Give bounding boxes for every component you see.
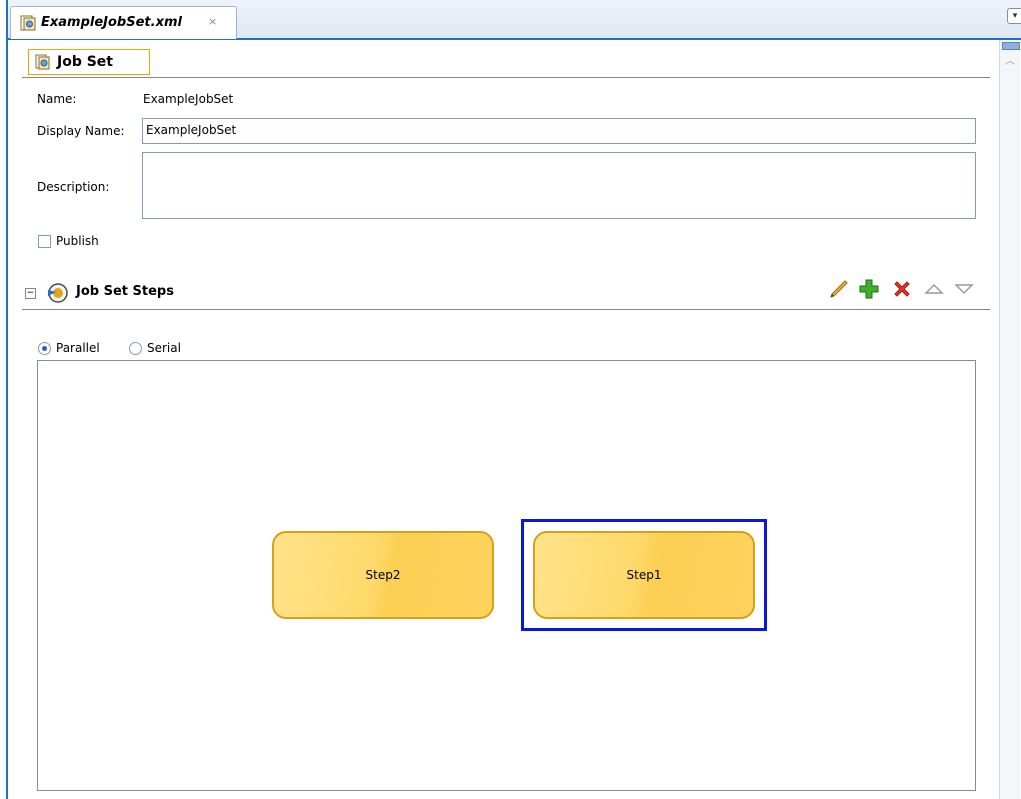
job-set-file-icon xyxy=(20,15,36,31)
tab-title: ExampleJobSet.xml xyxy=(41,15,182,30)
step-node-step2[interactable]: Step2 xyxy=(272,531,494,619)
editor-left-border xyxy=(0,0,10,799)
publish-checkbox[interactable] xyxy=(38,235,51,248)
scroll-up-icon[interactable]: ︿ xyxy=(1005,52,1015,67)
scroll-thumb[interactable] xyxy=(1002,42,1020,50)
add-icon[interactable] xyxy=(857,277,881,301)
job-set-steps-title: Job Set Steps xyxy=(76,284,174,299)
publish-label: Publish xyxy=(56,234,99,248)
divider xyxy=(22,309,990,310)
divider xyxy=(22,77,990,78)
tab-list-dropdown-icon[interactable]: ▾ xyxy=(1007,8,1021,24)
serial-label: Serial xyxy=(147,341,181,355)
selection-highlight xyxy=(521,519,767,631)
description-field[interactable] xyxy=(142,152,976,219)
steps-diagram-canvas[interactable] xyxy=(37,360,976,791)
description-label: Description: xyxy=(37,180,110,194)
display-name-field[interactable]: ExampleJobSet xyxy=(142,118,976,144)
name-value: ExampleJobSet xyxy=(143,92,234,106)
editor-tab-bar: ExampleJobSet.xml × ▾ xyxy=(8,0,1021,40)
section-title: Job Set xyxy=(57,54,113,70)
serial-radio[interactable] xyxy=(129,342,142,355)
parallel-radio[interactable] xyxy=(38,342,51,355)
job-set-icon xyxy=(35,54,50,70)
section-header-job-set: Job Set xyxy=(28,49,150,75)
tab-example-job-set[interactable]: ExampleJobSet.xml × xyxy=(10,6,237,39)
name-label: Name: xyxy=(37,92,77,106)
parallel-label: Parallel xyxy=(56,341,100,355)
vertical-scrollbar[interactable]: ︿ xyxy=(999,40,1020,799)
job-set-steps-icon xyxy=(48,283,68,303)
close-icon[interactable]: × xyxy=(208,15,217,28)
delete-icon[interactable] xyxy=(890,277,914,301)
edit-icon[interactable] xyxy=(827,277,851,301)
move-down-icon[interactable] xyxy=(952,277,976,301)
display-name-label: Display Name: xyxy=(37,124,125,138)
move-up-icon[interactable] xyxy=(922,277,946,301)
collapse-toggle-icon[interactable]: − xyxy=(25,288,36,299)
